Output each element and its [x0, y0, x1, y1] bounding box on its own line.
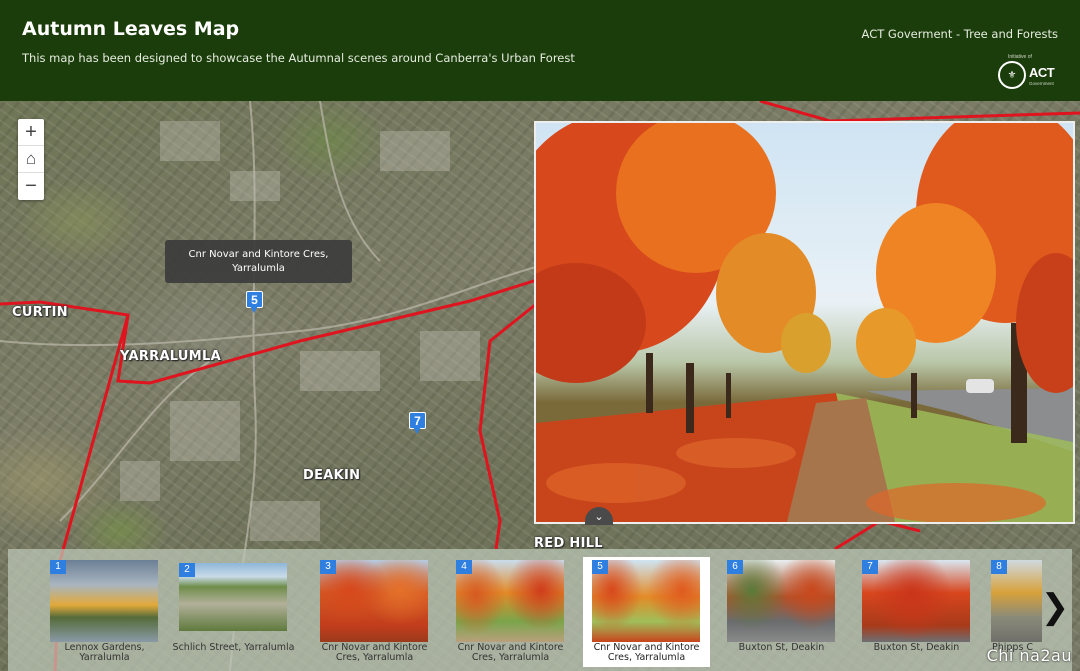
suburb-label-deakin: DEAKIN — [303, 468, 361, 483]
zoom-out-button[interactable]: − — [18, 173, 44, 200]
featured-photo — [534, 121, 1075, 524]
thumbnail-image — [456, 560, 564, 642]
map-view[interactable]: CURTIN YARRALUMLA DEAKIN RED HILL + ⌂ − … — [0, 101, 1080, 671]
home-button[interactable]: ⌂ — [18, 146, 44, 173]
header: Autumn Leaves Map This map has been desi… — [0, 0, 1080, 101]
zoom-in-button[interactable]: + — [18, 119, 44, 146]
act-emblem-icon: ⚜ — [998, 61, 1026, 89]
thumbnail-image — [320, 560, 428, 642]
suburb-label-yarralumla: YARRALUMLA — [120, 349, 221, 364]
thumbnail-image — [862, 560, 970, 642]
organisation-name: ACT Goverment - Tree and Forests — [861, 27, 1058, 41]
act-government-logo[interactable]: Initiative of ⚜ ACT Government — [998, 54, 1056, 90]
carousel-item[interactable]: 3 Cnr Novar and Kintore Cres, Yarralumla — [311, 557, 438, 667]
watermark: Chi na2au — [986, 646, 1072, 665]
thumbnail-image — [727, 560, 835, 642]
carousel-item[interactable]: 1 Lennox Gardens, Yarralumla — [41, 557, 168, 667]
carousel-item[interactable]: 4 Cnr Novar and Kintore Cres, Yarralumla — [447, 557, 574, 667]
map-pin-7[interactable]: 7 — [409, 412, 426, 434]
page-title: Autumn Leaves Map — [22, 18, 240, 40]
map-pin-5[interactable]: 5 — [246, 291, 263, 313]
carousel-item[interactable]: 2 Schlich Street, Yarralumla — [170, 557, 297, 667]
thumbnail-image — [179, 563, 287, 631]
carousel-item[interactable]: 6 Buxton St, Deakin — [718, 557, 845, 667]
thumbnail-image — [592, 560, 700, 642]
carousel-item[interactable]: 7 Buxton St, Deakin — [853, 557, 980, 667]
carousel-next-button[interactable]: ❯ — [1040, 579, 1070, 639]
page-subtitle: This map has been designed to showcase t… — [22, 51, 575, 65]
chevron-right-icon: ❯ — [1040, 588, 1070, 626]
autumn-trees-image — [536, 123, 1073, 522]
carousel-item-active[interactable]: 5 Cnr Novar and Kintore Cres, Yarralumla — [583, 557, 710, 667]
chevron-down-icon: ⌄ — [594, 511, 604, 523]
photo-carousel: 1 Lennox Gardens, Yarralumla 2 Schlich S… — [8, 549, 1072, 671]
home-icon: ⌂ — [25, 149, 37, 168]
suburb-label-curtin: CURTIN — [12, 305, 68, 320]
location-tooltip: Cnr Novar and Kintore Cres, Yarralumla — [165, 240, 352, 283]
thumbnail-image — [50, 560, 158, 642]
zoom-controls: + ⌂ − — [18, 119, 44, 200]
